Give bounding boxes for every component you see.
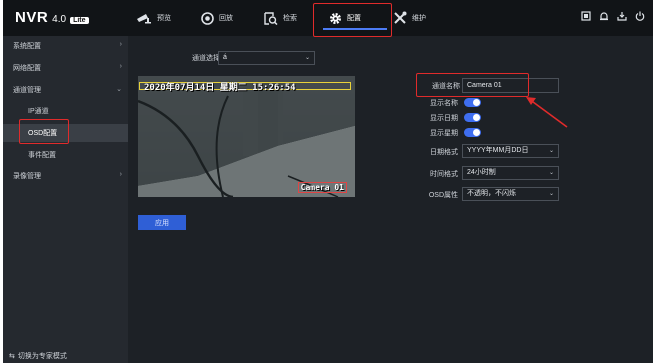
active-tab-underline — [323, 28, 387, 30]
sidebar-item-channel-manage[interactable]: 通道管理 ⌄ — [3, 82, 128, 98]
power-icon[interactable] — [635, 11, 645, 24]
top-right-icons — [581, 11, 645, 24]
show-date-label: 显示日期 — [430, 115, 458, 122]
sidebar-item-label: 系统配置 — [13, 43, 41, 50]
nav-preview-label: 预览 — [157, 15, 171, 22]
switch-icon: ⇆ — [9, 353, 15, 360]
osd-attr-label: OSD属性 — [428, 192, 458, 199]
gear-icon — [329, 12, 342, 25]
nav-config[interactable]: 配置 — [315, 0, 391, 36]
sidebar: 系统配置 › 网络配置 › 通道管理 ⌄ IP通道 OSD配置 事件配置 录像管… — [3, 36, 128, 363]
channel-name-label: 通道名称 — [432, 83, 460, 90]
camera-scene — [138, 76, 355, 197]
expert-mode-label: 切换为专家模式 — [17, 353, 67, 360]
channel-select[interactable]: á ⌄ — [218, 51, 315, 65]
brand-version: 4.0 — [52, 14, 67, 25]
channel-select-value: á — [223, 54, 227, 61]
nav-config-label: 配置 — [347, 15, 361, 22]
time-format-value: 24小时制 — [467, 169, 496, 176]
date-format-select[interactable]: YYYY年MM月DD日 ⌄ — [462, 144, 559, 158]
sidebar-item-network[interactable]: 网络配置 › — [3, 60, 128, 76]
tools-icon — [393, 11, 407, 25]
sidebar-item-label: 录像管理 — [13, 173, 41, 180]
apply-button[interactable]: 应用 — [138, 215, 186, 230]
sidebar-item-label: 网络配置 — [13, 65, 41, 72]
nav-maintain[interactable]: 维护 — [393, 0, 426, 36]
video-preview: 2020年07月14日 星期二 15:26:54 Camera 01 — [138, 76, 355, 197]
show-week-label: 显示星期 — [430, 130, 458, 137]
nav-search[interactable]: 检索 — [264, 0, 297, 36]
grid-icon[interactable] — [581, 11, 591, 24]
channel-name-overlay: Camera 01 — [297, 182, 347, 193]
brand-logo: NVR 4.0 Lite — [15, 9, 89, 26]
brand-name: NVR — [15, 9, 49, 26]
time-format-select[interactable]: 24小时制 ⌄ — [462, 166, 559, 180]
osd-attr-value: 不透明，不闪烁 — [467, 190, 516, 197]
sidebar-item-label: IP通道 — [28, 108, 49, 115]
sidebar-item-label: OSD配置 — [28, 130, 58, 137]
playback-icon — [201, 11, 214, 25]
expert-mode-toggle[interactable]: ⇆ 切换为专家模式 — [9, 351, 67, 361]
nvr-window: NVR 4.0 Lite 预览 回放 检索 配置 维护 系统配置 › 网络配置 … — [3, 0, 653, 363]
osd-attr-select[interactable]: 不透明，不闪烁 ⌄ — [462, 187, 559, 201]
sidebar-item-recording[interactable]: 录像管理 › — [3, 168, 128, 184]
logout-icon[interactable] — [617, 11, 627, 24]
nav-search-label: 检索 — [283, 15, 297, 22]
chevron-down-icon: ⌄ — [548, 170, 554, 176]
sidebar-item-osd[interactable]: OSD配置 — [3, 124, 128, 142]
nav-playback[interactable]: 回放 — [201, 0, 233, 36]
show-name-toggle[interactable] — [464, 98, 481, 107]
brand-edition: Lite — [70, 17, 89, 24]
channel-name-input[interactable]: Camera 01 — [462, 78, 559, 93]
top-bar: NVR 4.0 Lite 预览 回放 检索 配置 维护 — [3, 0, 653, 36]
search-icon — [264, 11, 278, 25]
date-format-label: 日期格式 — [430, 149, 458, 156]
nav-preview[interactable]: 预览 — [136, 0, 171, 36]
chevron-down-icon: ⌄ — [548, 148, 554, 154]
camera-icon — [136, 12, 152, 24]
time-format-label: 时间格式 — [430, 171, 458, 178]
date-format-value: YYYY年MM月DD日 — [467, 147, 529, 154]
chevron-right-icon: › — [119, 41, 122, 48]
show-date-toggle[interactable] — [464, 113, 481, 122]
main-content: 通道选择 á ⌄ 2020年07月14日 星期二 15:26:54 Camera… — [128, 36, 653, 363]
sidebar-item-event[interactable]: 事件配置 — [3, 147, 128, 163]
sidebar-item-label: 事件配置 — [28, 152, 56, 159]
channel-select-label: 通道选择 — [192, 55, 220, 62]
chevron-down-icon: ⌄ — [548, 191, 554, 197]
show-week-toggle[interactable] — [464, 128, 481, 137]
bell-icon[interactable] — [599, 11, 609, 24]
annotation-arrow — [526, 97, 568, 128]
chevron-down-icon: ⌄ — [304, 55, 310, 61]
timestamp-overlay: 2020年07月14日 星期二 15:26:54 — [144, 83, 296, 93]
sidebar-item-label: 通道管理 — [13, 87, 41, 94]
nav-playback-label: 回放 — [219, 15, 233, 22]
nav-maintain-label: 维护 — [412, 15, 426, 22]
chevron-right-icon: › — [119, 63, 122, 70]
sidebar-item-ip-channel[interactable]: IP通道 — [3, 103, 128, 119]
show-name-label: 显示名称 — [430, 100, 458, 107]
chevron-right-icon: › — [119, 171, 122, 178]
chevron-down-icon: ⌄ — [116, 86, 122, 93]
sidebar-item-system[interactable]: 系统配置 › — [3, 38, 128, 54]
